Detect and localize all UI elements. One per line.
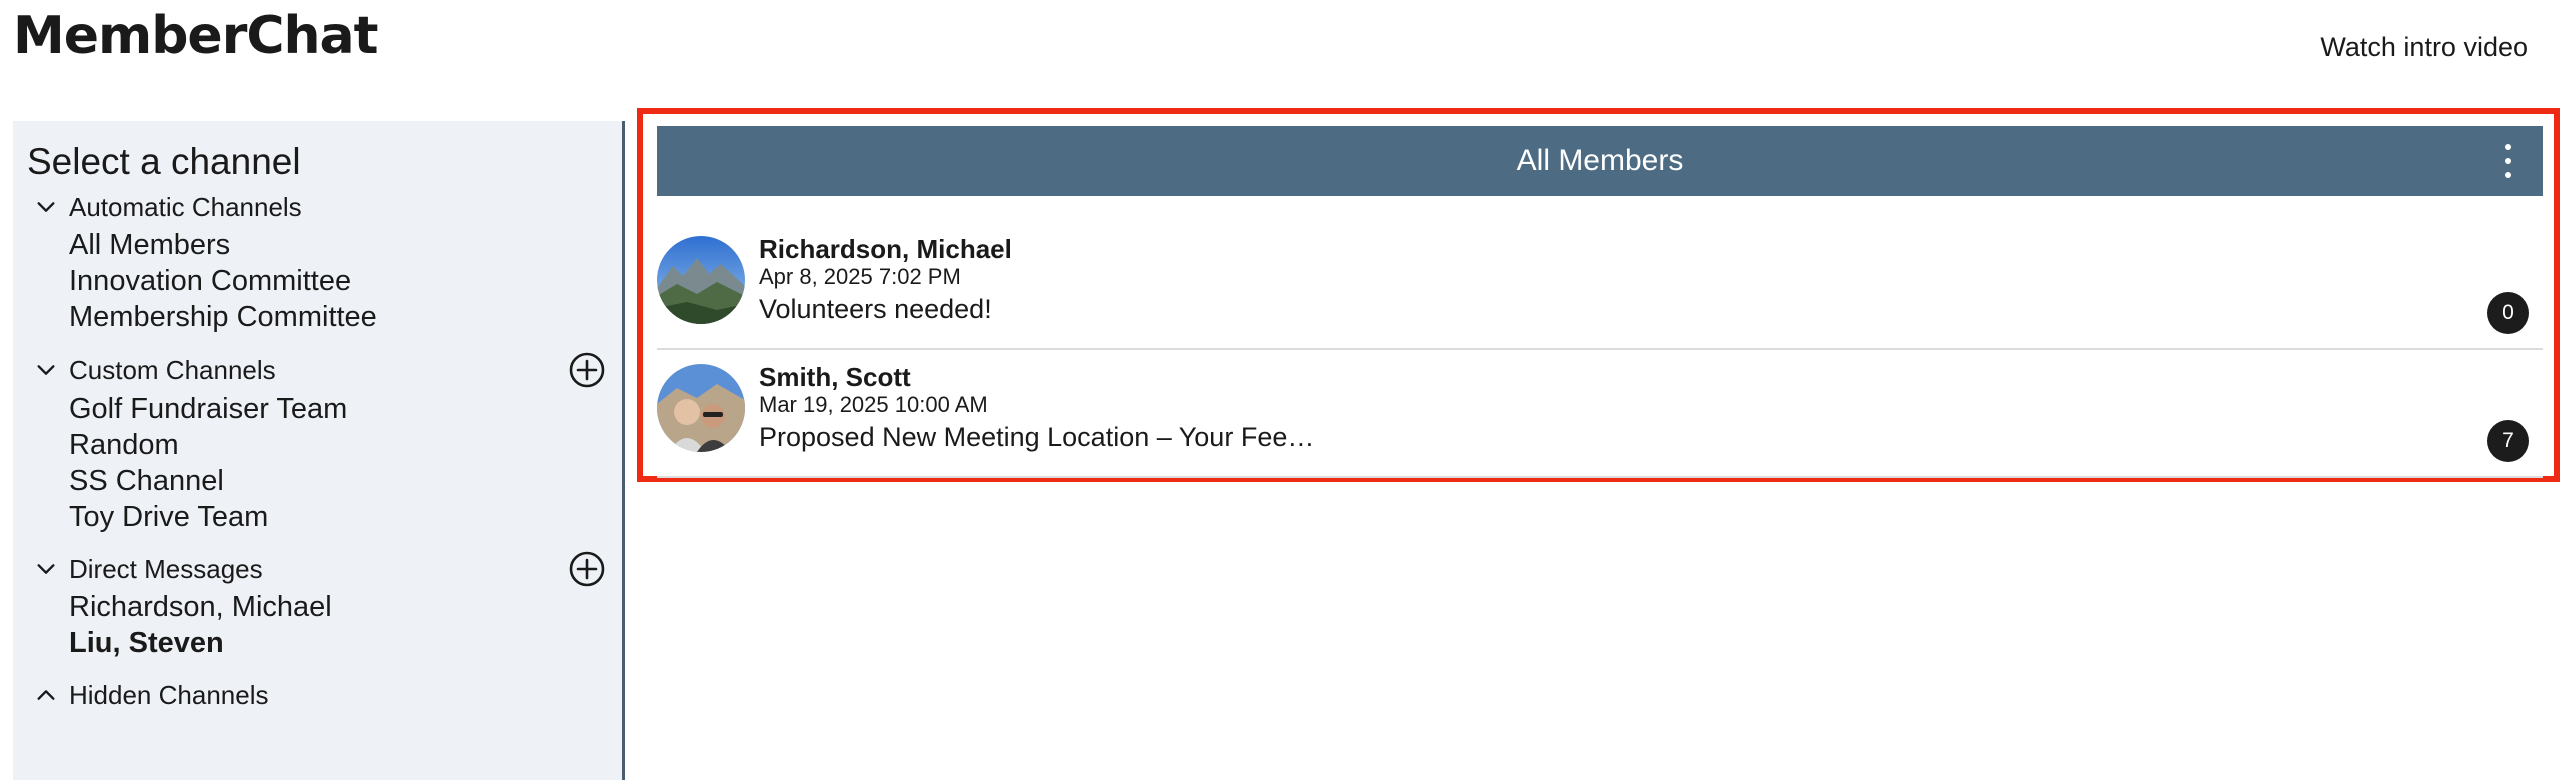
message-preview: Volunteers needed! <box>759 294 992 324</box>
kebab-menu-icon[interactable] <box>2501 144 2515 178</box>
group-label: Hidden Channels <box>69 679 269 710</box>
channel-item-random[interactable]: Random <box>69 427 179 463</box>
chevron-down-icon <box>35 551 69 587</box>
channel-item-toy-drive-team[interactable]: Toy Drive Team <box>69 499 268 535</box>
message-row[interactable]: Smith, Scott Mar 19, 2025 10:00 AM Propo… <box>657 350 2543 478</box>
message-row[interactable]: Richardson, Michael Apr 8, 2025 7:02 PM … <box>657 222 2543 350</box>
group-header-custom-channels[interactable]: Custom Channels <box>35 352 276 388</box>
channel-item-innovation-committee[interactable]: Innovation Committee <box>69 263 351 299</box>
app-title: MemberChat <box>13 6 378 66</box>
channel-panel: All Members Richardson, Michael Apr 8, 2… <box>637 108 2560 482</box>
avatar <box>657 364 745 452</box>
plus-circle-icon <box>569 551 605 587</box>
sidebar-heading: Select a channel <box>27 141 301 182</box>
add-custom-channel-button[interactable] <box>568 351 606 389</box>
group-label: Direct Messages <box>69 553 263 584</box>
reply-count-badge: 7 <box>2487 420 2529 462</box>
channel-header-bar: All Members <box>657 126 2543 196</box>
group-label: Automatic Channels <box>69 191 302 222</box>
channel-item-all-members[interactable]: All Members <box>69 227 230 263</box>
watch-intro-video-link[interactable]: Watch intro video <box>2320 32 2528 63</box>
message-author: Smith, Scott <box>759 362 911 392</box>
message-author: Richardson, Michael <box>759 234 1012 264</box>
channel-title: All Members <box>1516 144 1684 177</box>
channel-item-ss-channel[interactable]: SS Channel <box>69 463 224 499</box>
chevron-down-icon <box>35 189 69 225</box>
dm-item-liu-steven[interactable]: Liu, Steven <box>69 625 224 661</box>
channel-sidebar: Select a channel Automatic Channels All … <box>13 121 625 780</box>
reply-count-badge: 0 <box>2487 292 2529 334</box>
chevron-up-icon <box>35 677 69 713</box>
chevron-down-icon <box>35 352 69 388</box>
avatar <box>657 236 745 324</box>
group-header-hidden-channels[interactable]: Hidden Channels <box>35 677 268 713</box>
group-header-direct-messages[interactable]: Direct Messages <box>35 551 263 587</box>
add-direct-message-button[interactable] <box>568 550 606 588</box>
plus-circle-icon <box>569 352 605 388</box>
message-date: Mar 19, 2025 10:00 AM <box>759 392 988 417</box>
channel-item-golf-fundraiser-team[interactable]: Golf Fundraiser Team <box>69 391 347 427</box>
group-header-automatic-channels[interactable]: Automatic Channels <box>35 189 302 225</box>
dm-item-richardson-michael[interactable]: Richardson, Michael <box>69 589 332 625</box>
message-preview: Proposed New Meeting Location – Your Fee… <box>759 422 1315 452</box>
message-date: Apr 8, 2025 7:02 PM <box>759 264 961 289</box>
group-label: Custom Channels <box>69 354 276 385</box>
channel-item-membership-committee[interactable]: Membership Committee <box>69 299 377 335</box>
